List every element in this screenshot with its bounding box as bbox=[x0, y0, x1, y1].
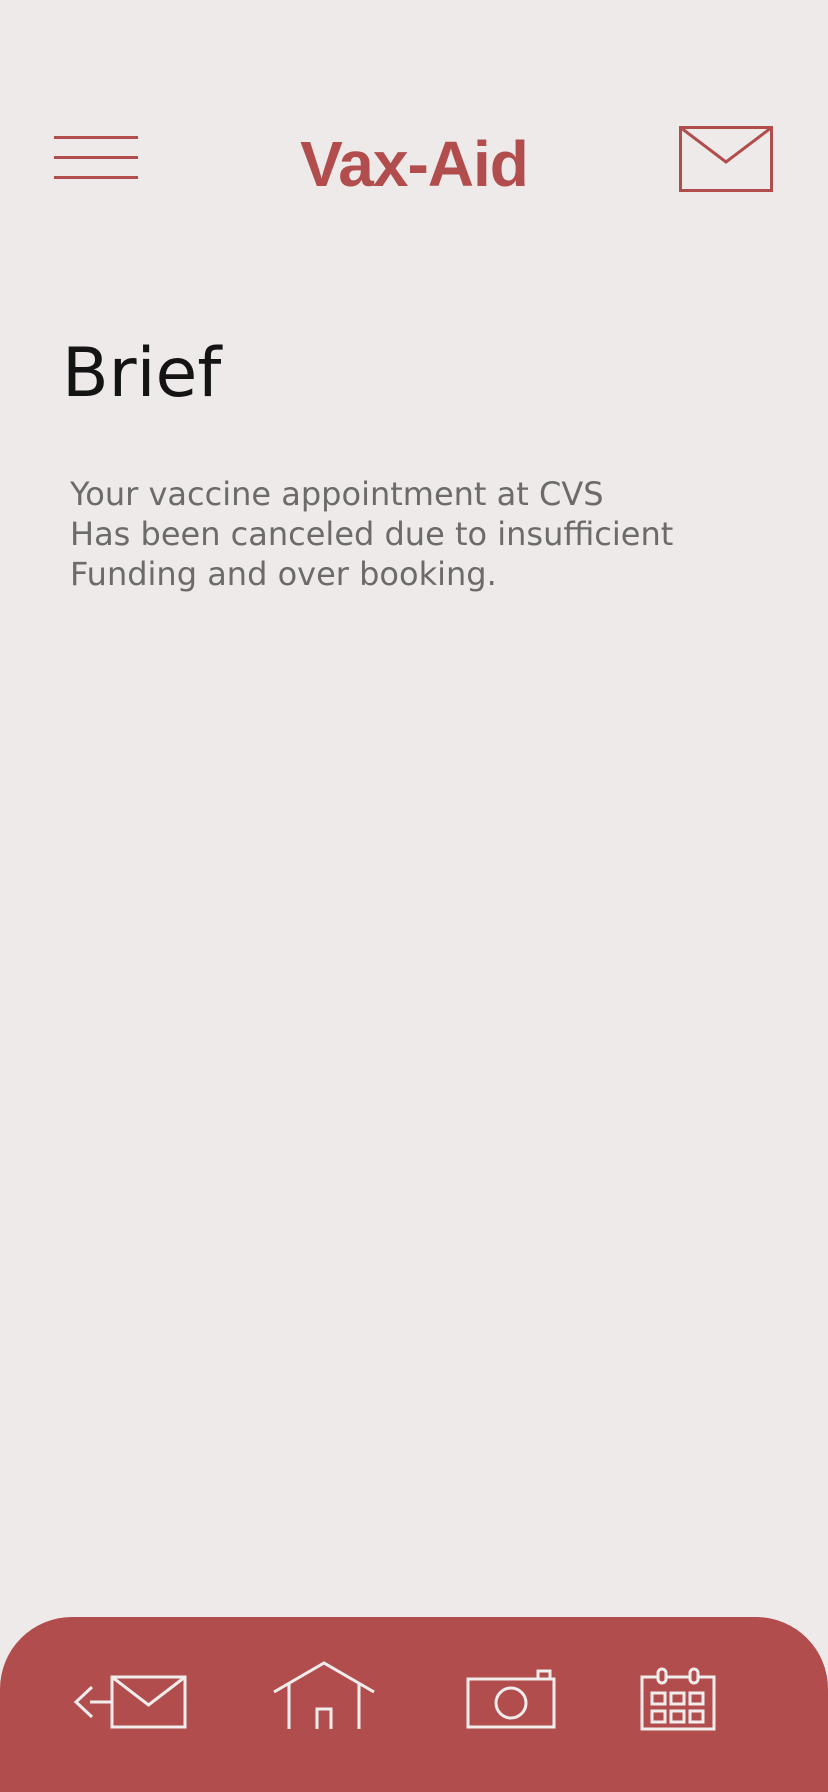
brief-message: Your vaccine appointment at CVS Has been… bbox=[70, 474, 790, 594]
bottom-navigation-bar bbox=[0, 1617, 828, 1792]
brief-message-line: Funding and over booking. bbox=[70, 555, 497, 593]
calendar-icon[interactable] bbox=[640, 1667, 718, 1731]
app-header: Vax-Aid bbox=[0, 0, 828, 240]
brief-message-line: Has been canceled due to insufficient bbox=[70, 515, 674, 553]
mail-icon[interactable] bbox=[679, 126, 773, 192]
home-icon[interactable] bbox=[272, 1661, 376, 1731]
camera-icon[interactable] bbox=[466, 1669, 558, 1729]
send-mail-icon[interactable] bbox=[72, 1675, 188, 1731]
brief-message-line: Your vaccine appointment at CVS bbox=[70, 475, 604, 513]
page-title: Brief bbox=[62, 334, 222, 413]
